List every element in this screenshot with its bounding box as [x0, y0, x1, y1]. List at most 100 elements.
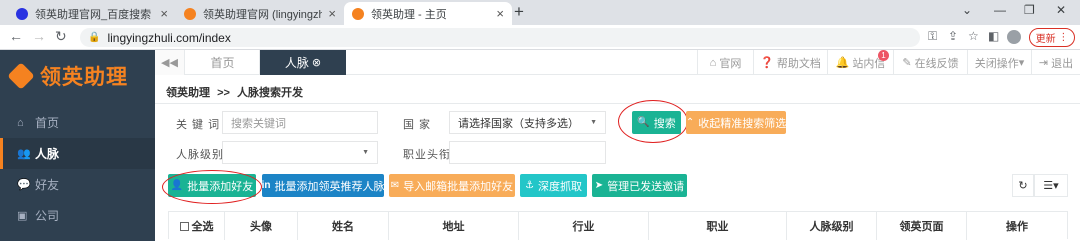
url-text: lingyingzhuli.com/index [107, 30, 231, 45]
sidebar-item-friends[interactable]: 💬 好友 [0, 169, 155, 200]
column-header: 姓名 [298, 212, 389, 240]
help-icon: ❓ [760, 57, 777, 69]
column-header: 操作 [1006, 221, 1028, 233]
lingying-icon [184, 7, 196, 20]
level-label: 人脉级别 [176, 149, 224, 161]
list-icon: ☰▾ [1043, 180, 1059, 192]
update-button[interactable]: 更新 ⋮ [1029, 28, 1075, 47]
title-input[interactable] [449, 141, 606, 164]
app-logo[interactable]: 领英助理 [0, 50, 155, 102]
sidebar-item-home[interactable]: ⌂ 首页 [0, 107, 155, 138]
share-icon[interactable]: ⇪ [948, 29, 958, 43]
send-icon: ➤ [594, 180, 604, 191]
import-email-button[interactable]: ✉ 导入邮箱批量添加好友 [389, 174, 515, 197]
level-select[interactable]: ▼ [222, 141, 378, 164]
bell-icon: 🔔 [835, 57, 853, 69]
tab-home[interactable]: 首页 [186, 50, 260, 75]
nav-logout[interactable]: ⇥ 退出 [1031, 50, 1080, 75]
tab-search-icon[interactable]: ⌄ [962, 3, 972, 17]
url-field[interactable]: 🔒 lingyingzhuli.com/index [80, 28, 920, 47]
home-icon: ⌂ [709, 56, 720, 69]
nav-help-docs[interactable]: ❓ 帮助文档 [753, 50, 827, 75]
sidebar-item-label: 人脉 [35, 147, 60, 161]
profile-avatar-icon[interactable] [1007, 30, 1021, 44]
country-select[interactable]: 请选择国家（支持多选） ▼ [449, 111, 606, 134]
caret-down-icon: ▼ [362, 149, 369, 156]
envelope-icon: ✉ [390, 180, 400, 191]
new-tab-button[interactable]: + [514, 2, 524, 22]
button-label: 批量添加领英推荐人脉 [274, 180, 385, 193]
chat-icon: 💬 [17, 179, 31, 191]
breadcrumb-current: 人脉搜索开发 [236, 87, 303, 99]
close-window-icon[interactable]: ✕ [1056, 3, 1066, 17]
nav-feedback[interactable]: ✎ 在线反馈 [893, 50, 967, 75]
chevron-up-icon: ⌃ [685, 117, 695, 128]
column-header: 人脉级别 [787, 212, 877, 240]
deep-crawl-button[interactable]: ⚓ 深度抓取 [520, 174, 587, 197]
refresh-button[interactable]: ↻ [1012, 174, 1034, 197]
bookmark-star-icon[interactable]: ☆ [968, 29, 979, 43]
breadcrumb-root[interactable]: 领英助理 [166, 87, 210, 99]
select-all-checkbox[interactable] [179, 221, 189, 231]
restore-icon[interactable]: ❐ [1024, 3, 1035, 17]
reload-icon[interactable]: ↻ [55, 28, 67, 45]
close-tab-icon[interactable]: × [160, 6, 168, 21]
sidepanel-icon[interactable]: ◧ [988, 29, 999, 43]
breadcrumb: 领英助理 >> 人脉搜索开发 [166, 84, 303, 100]
keyword-input[interactable]: 搜索关键词 [222, 111, 378, 134]
nav-label: 在线反馈 [914, 57, 959, 70]
column-header: 领英页面 [877, 212, 967, 240]
columns-toggle-button[interactable]: ☰▾ [1034, 174, 1068, 197]
manage-invites-button[interactable]: ➤ 管理已发送邀请 [592, 174, 687, 197]
browser-tab-official[interactable]: 领英助理官网 (lingyingzhuli.co × [176, 2, 344, 25]
column-header: 头像 [225, 212, 298, 240]
tab-title: 领英助理官网_百度搜索 [35, 8, 152, 21]
tab-title: 领英助理 - 主页 [371, 8, 447, 21]
edit-icon: ✎ [902, 57, 915, 69]
users-plus-icon: 👥 [17, 148, 31, 160]
browser-tab-home[interactable]: 领英助理 - 主页 × [344, 2, 512, 25]
button-label: 深度抓取 [537, 180, 582, 193]
sidebar-item-label: 公司 [35, 209, 60, 223]
column-header: 职业 [649, 212, 787, 240]
nav-close-ops[interactable]: 关闭操作 ▾ [967, 50, 1031, 75]
close-tab-icon[interactable]: × [328, 6, 336, 21]
close-tab-icon[interactable]: × [496, 6, 504, 21]
keyword-label: 关 键 词 [176, 119, 221, 131]
highlight-circle [162, 170, 262, 204]
nav-label: 关闭操作 [974, 57, 1019, 70]
collapse-filter-label: 收起精准搜索筛选 [698, 117, 787, 130]
tab-title: 领英助理官网 (lingyingzhuli.co [203, 8, 323, 21]
key-icon[interactable]: ⚿ [928, 29, 937, 44]
nav-official-site[interactable]: ⌂ 官网 [697, 50, 753, 75]
country-value: 请选择国家（支持多选） [458, 117, 579, 130]
keyword-placeholder: 搜索关键词 [231, 117, 286, 130]
logo-icon [7, 62, 35, 90]
back-icon[interactable]: ← [9, 28, 23, 44]
forward-icon[interactable]: → [32, 28, 46, 44]
tab-contacts[interactable]: 人脉 ⊗ [260, 50, 346, 75]
home-icon: ⌂ [17, 116, 24, 129]
batch-add-recommended-button[interactable]: in 批量添加领英推荐人脉 [262, 174, 384, 197]
close-tab-icon[interactable]: ⊗ [312, 56, 321, 69]
nav-label: 官网 [719, 57, 742, 70]
minimize-icon[interactable]: — [994, 3, 1006, 17]
tab-scroll-left-icon[interactable]: ◀◀ [155, 50, 185, 75]
linkedin-icon: in [261, 180, 271, 191]
select-all-header[interactable]: 全选 [169, 212, 225, 240]
tab-label: 人脉 [284, 56, 309, 70]
sidebar-item-contacts[interactable]: 👥 人脉 [0, 138, 155, 169]
lingying-icon [352, 7, 364, 20]
baidu-icon [16, 7, 28, 20]
button-label: 导入邮箱批量添加好友 [403, 180, 514, 193]
column-header: 地址 [389, 212, 519, 240]
nav-label: 退出 [1051, 57, 1074, 70]
caret-down-icon: ▾ [1018, 57, 1025, 69]
lock-icon: 🔒 [88, 32, 101, 43]
browser-tab-baidu[interactable]: 领英助理官网_百度搜索 × [8, 2, 176, 25]
collapse-filter-button[interactable]: ⌃ 收起精准搜索筛选 [686, 111, 786, 134]
column-header: 全选 [191, 221, 214, 233]
sidebar-item-company[interactable]: ▣ 公司 [0, 200, 155, 231]
nav-label: 帮助文档 [776, 57, 821, 70]
table-header: 全选 头像 姓名 地址 行业 职业 人脉级别 领英页面 操作 [168, 211, 1068, 240]
